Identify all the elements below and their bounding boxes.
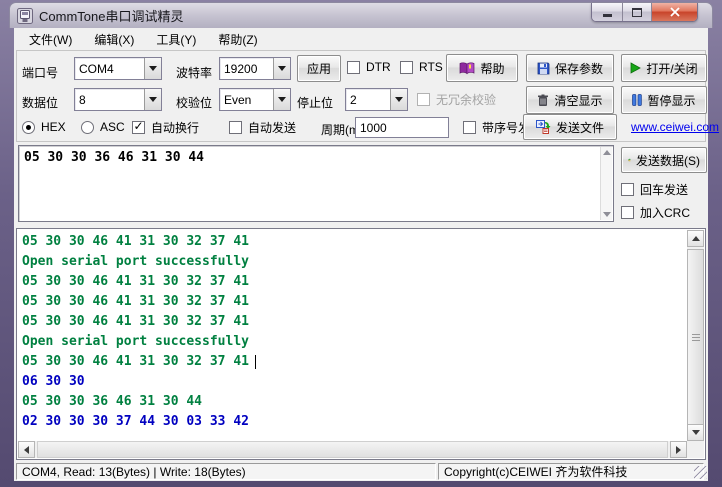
close-icon bbox=[670, 7, 680, 17]
auto-send-checkbox[interactable]: 自动发送 bbox=[229, 119, 296, 135]
help-book-icon bbox=[459, 62, 475, 75]
receive-vertical-scrollbar[interactable] bbox=[687, 230, 704, 441]
website-link[interactable]: www.ceiwei.com bbox=[631, 120, 719, 134]
auto-wrap-checkbox[interactable]: 自动换行 bbox=[132, 119, 199, 135]
chevron-down-icon[interactable] bbox=[273, 89, 290, 110]
rx-line: 05 30 30 46 41 31 30 32 37 41 bbox=[22, 232, 687, 252]
pause-display-button[interactable]: 暂停显示 bbox=[621, 86, 707, 114]
receive-data-box[interactable]: 05 30 30 46 41 31 30 32 37 41Open serial… bbox=[16, 228, 706, 460]
scroll-right-button[interactable] bbox=[670, 441, 687, 458]
baud-select[interactable]: 19200 bbox=[219, 57, 291, 80]
crc-checkbox[interactable]: 加入CRC bbox=[621, 204, 690, 220]
apply-button[interactable]: 应用 bbox=[297, 55, 341, 82]
send-file-button[interactable]: 发送文件 bbox=[523, 114, 617, 140]
scrollbar-corner bbox=[687, 441, 704, 458]
scroll-down-icon[interactable] bbox=[603, 212, 611, 217]
minimize-icon bbox=[603, 14, 612, 17]
trash-icon bbox=[537, 94, 549, 107]
rx-line: 05 30 30 36 46 31 30 44 bbox=[22, 392, 687, 412]
maximize-icon bbox=[632, 8, 642, 17]
send-data-box[interactable]: 05 30 30 36 46 31 30 44 bbox=[18, 145, 614, 222]
clear-display-button[interactable]: 清空显示 bbox=[526, 86, 614, 114]
rx-line: 05 30 30 46 41 31 30 32 37 41 bbox=[22, 272, 687, 292]
rts-checkbox[interactable]: RTS bbox=[400, 59, 443, 75]
data-bits-select[interactable]: 8 bbox=[74, 88, 162, 111]
data-bits-label: 数据位 bbox=[22, 94, 58, 111]
horizontal-scroll-thumb[interactable] bbox=[37, 441, 668, 458]
scroll-down-icon bbox=[692, 430, 700, 435]
stop-bits-label: 停止位 bbox=[297, 94, 333, 111]
resize-grip[interactable] bbox=[694, 466, 707, 479]
window-title: CommTone串口调试精灵 bbox=[39, 6, 183, 25]
rx-line: 06 30 30 bbox=[22, 372, 687, 392]
save-params-button[interactable]: 保存参数 bbox=[526, 54, 614, 82]
send-data-button[interactable]: 发送数据(S) bbox=[621, 147, 707, 173]
data-bits-select-value: 8 bbox=[75, 89, 144, 110]
scroll-up-icon[interactable] bbox=[603, 150, 611, 155]
help-button[interactable]: 帮助 bbox=[446, 54, 518, 82]
chevron-down-icon[interactable] bbox=[273, 58, 290, 79]
port-select-value: COM4 bbox=[75, 58, 144, 79]
period-input[interactable] bbox=[355, 117, 449, 138]
hex-radio[interactable]: HEX bbox=[22, 119, 66, 135]
scroll-up-icon bbox=[692, 236, 700, 241]
dtr-checkbox[interactable]: DTR bbox=[347, 59, 391, 75]
send-scrollbar[interactable] bbox=[600, 147, 612, 220]
save-floppy-icon bbox=[537, 62, 550, 75]
open-close-button[interactable]: 打开/关闭 bbox=[621, 54, 707, 82]
titlebar[interactable]: CommTone串口调试精灵 bbox=[9, 2, 713, 28]
menu-edit[interactable]: 编辑(X) bbox=[83, 28, 145, 51]
rx-line: Open serial port successfully bbox=[22, 332, 687, 352]
menu-help[interactable]: 帮助(Z) bbox=[207, 28, 268, 51]
chevron-down-icon[interactable] bbox=[144, 89, 161, 110]
rx-line: 05 30 30 46 41 31 30 32 37 41 bbox=[22, 312, 687, 332]
asc-radio[interactable]: ASC bbox=[81, 119, 125, 135]
send-file-icon bbox=[536, 120, 551, 134]
stop-bits-select-value: 2 bbox=[346, 89, 390, 110]
receive-area-text[interactable]: 05 30 30 46 41 31 30 32 37 41Open serial… bbox=[22, 232, 687, 441]
send-data-text[interactable]: 05 30 30 36 46 31 30 44 bbox=[24, 150, 597, 165]
scroll-down-button[interactable] bbox=[687, 424, 704, 441]
chevron-down-icon[interactable] bbox=[144, 58, 161, 79]
menubar: 文件(W) 编辑(X) 工具(Y) 帮助(Z) bbox=[14, 28, 708, 50]
parity-select[interactable]: Even bbox=[219, 88, 291, 111]
scroll-right-icon bbox=[676, 446, 681, 454]
baud-label: 波特率 bbox=[176, 64, 212, 81]
window-controls bbox=[591, 3, 698, 22]
status-copyright: Copyright(c)CEIWEI 齐为软件科技 bbox=[438, 463, 704, 480]
scroll-left-icon bbox=[24, 446, 29, 454]
receive-horizontal-scrollbar[interactable] bbox=[18, 441, 687, 458]
client-area: 文件(W) 编辑(X) 工具(Y) 帮助(Z) 端口号 COM4 波特率 192… bbox=[14, 28, 708, 481]
scroll-up-button[interactable] bbox=[687, 230, 704, 247]
menu-tools[interactable]: 工具(Y) bbox=[145, 28, 207, 51]
close-button[interactable] bbox=[652, 3, 697, 21]
statusbar: COM4, Read: 13(Bytes) | Write: 18(Bytes)… bbox=[14, 462, 708, 481]
play-icon bbox=[630, 62, 641, 74]
stop-bits-select[interactable]: 2 bbox=[345, 88, 408, 111]
rx-line: 05 30 30 46 41 31 30 32 37 41 bbox=[22, 292, 687, 312]
cr-send-checkbox[interactable]: 回车发送 bbox=[621, 181, 688, 197]
maximize-button[interactable] bbox=[623, 3, 652, 21]
parity-label: 校验位 bbox=[176, 94, 212, 111]
send-data-icon bbox=[628, 153, 631, 167]
app-icon bbox=[17, 8, 33, 24]
rx-line: Open serial port successfully bbox=[22, 252, 687, 272]
pause-icon bbox=[632, 94, 642, 106]
port-label: 端口号 bbox=[22, 64, 58, 81]
no-redundancy-checkbox: 无冗余校验 bbox=[417, 91, 496, 107]
text-cursor bbox=[255, 355, 256, 369]
minimize-button[interactable] bbox=[592, 3, 623, 21]
status-io-counts: COM4, Read: 13(Bytes) | Write: 18(Bytes) bbox=[16, 463, 436, 480]
rx-line: 05 30 30 46 41 31 30 32 37 41 bbox=[22, 352, 687, 372]
chevron-down-icon[interactable] bbox=[390, 89, 407, 110]
baud-select-value: 19200 bbox=[220, 58, 273, 79]
vertical-scroll-thumb[interactable] bbox=[687, 249, 704, 427]
port-select[interactable]: COM4 bbox=[74, 57, 162, 80]
parity-select-value: Even bbox=[220, 89, 273, 110]
scroll-left-button[interactable] bbox=[18, 441, 35, 458]
rx-line: 02 30 30 30 37 44 30 03 33 42 bbox=[22, 412, 687, 432]
menu-file[interactable]: 文件(W) bbox=[18, 28, 83, 51]
